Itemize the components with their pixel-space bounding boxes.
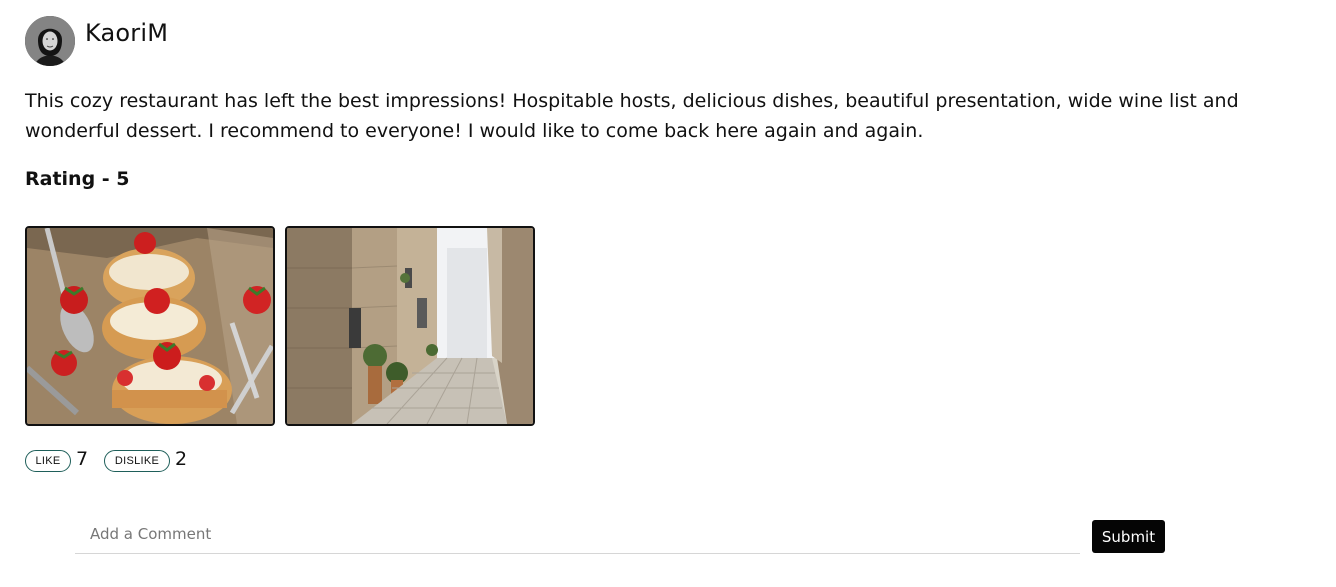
comment-input[interactable]: [75, 514, 1080, 554]
review-photo-dessert[interactable]: [25, 226, 275, 426]
like-count: 7: [76, 448, 89, 470]
rating-label: Rating - 5: [25, 168, 130, 190]
username[interactable]: KaoriM: [85, 19, 168, 47]
user-avatar-photo-icon: [25, 16, 75, 66]
dislike-button[interactable]: DISLIKE: [104, 450, 170, 472]
like-button[interactable]: LIKE: [25, 450, 71, 472]
submit-button[interactable]: Submit: [1092, 520, 1165, 553]
street-photo-icon: [287, 228, 533, 424]
avatar[interactable]: [25, 16, 75, 66]
dislike-count: 2: [175, 448, 188, 470]
review-photo-street[interactable]: [285, 226, 535, 426]
dessert-photo-icon: [27, 228, 273, 424]
review-card: KaoriM This cozy restaurant has left the…: [0, 0, 1336, 587]
review-text: This cozy restaurant has left the best i…: [25, 90, 1239, 142]
